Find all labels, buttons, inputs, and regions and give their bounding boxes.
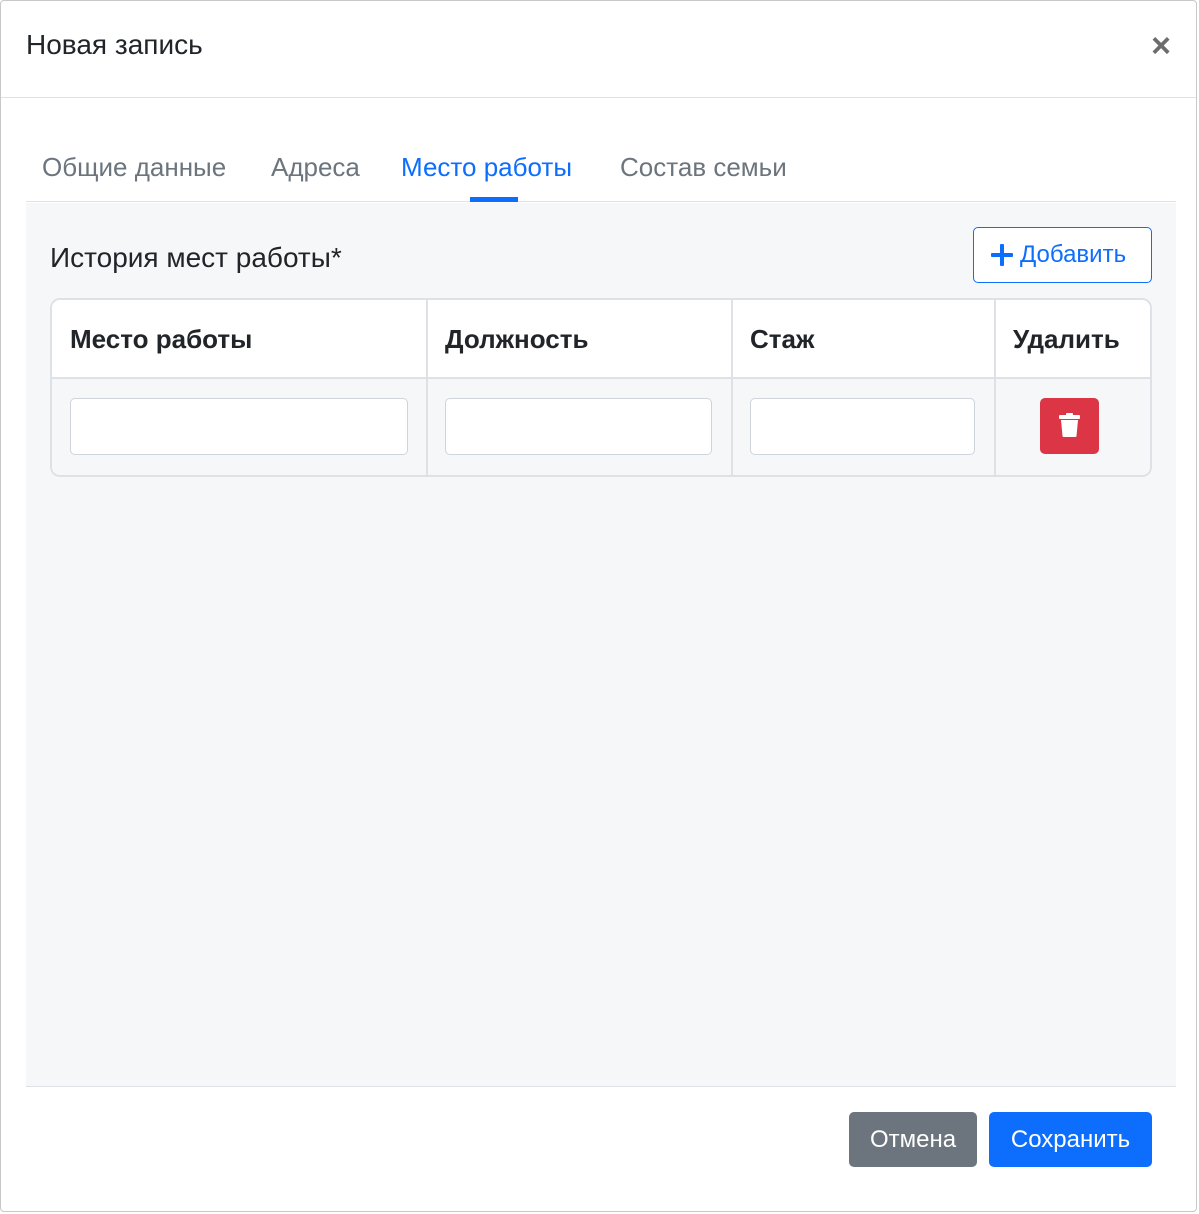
tab-panel-workplace: История мест работы* Добавить Место рабо… (26, 203, 1176, 1087)
save-button[interactable]: Сохранить (989, 1112, 1152, 1167)
modal-header: Новая запись × (1, 1, 1196, 98)
plus-icon (991, 244, 1013, 266)
trash-icon (1059, 413, 1080, 437)
delete-row-button[interactable] (1040, 398, 1099, 454)
workplace-input[interactable] (70, 398, 408, 455)
add-button-label: Добавить (1020, 241, 1127, 268)
column-header-delete: Удалить (995, 300, 1150, 379)
active-tab-indicator (470, 197, 518, 202)
column-header-workplace: Место работы (52, 300, 427, 379)
workplace-history-table: Место работы Должность Стаж Удалить (50, 298, 1152, 477)
tab-general-data[interactable]: Общие данные (42, 148, 226, 186)
table-cell (52, 379, 427, 475)
column-divider (731, 300, 733, 475)
tab-family[interactable]: Состав семьи (620, 148, 787, 186)
cancel-button[interactable]: Отмена (849, 1112, 977, 1167)
experience-input[interactable] (750, 398, 975, 455)
tab-workplace[interactable]: Место работы (401, 148, 572, 186)
tab-bar: Общие данные Адреса Место работы Состав … (26, 98, 1176, 202)
table-cell (995, 379, 1150, 475)
tab-addresses[interactable]: Адреса (271, 148, 360, 186)
new-record-modal: Новая запись × Общие данные Адреса Место… (0, 0, 1197, 1212)
column-header-experience: Стаж (732, 300, 995, 379)
column-divider (994, 300, 996, 475)
table-cell (427, 379, 732, 475)
add-button[interactable]: Добавить (973, 227, 1152, 283)
modal-title: Новая запись (26, 29, 203, 60)
close-button[interactable]: × (1146, 29, 1176, 63)
position-input[interactable] (445, 398, 712, 455)
section-title: История мест работы* (50, 242, 342, 273)
table-cell (732, 379, 995, 475)
column-divider (426, 300, 428, 475)
column-header-position: Должность (427, 300, 732, 379)
